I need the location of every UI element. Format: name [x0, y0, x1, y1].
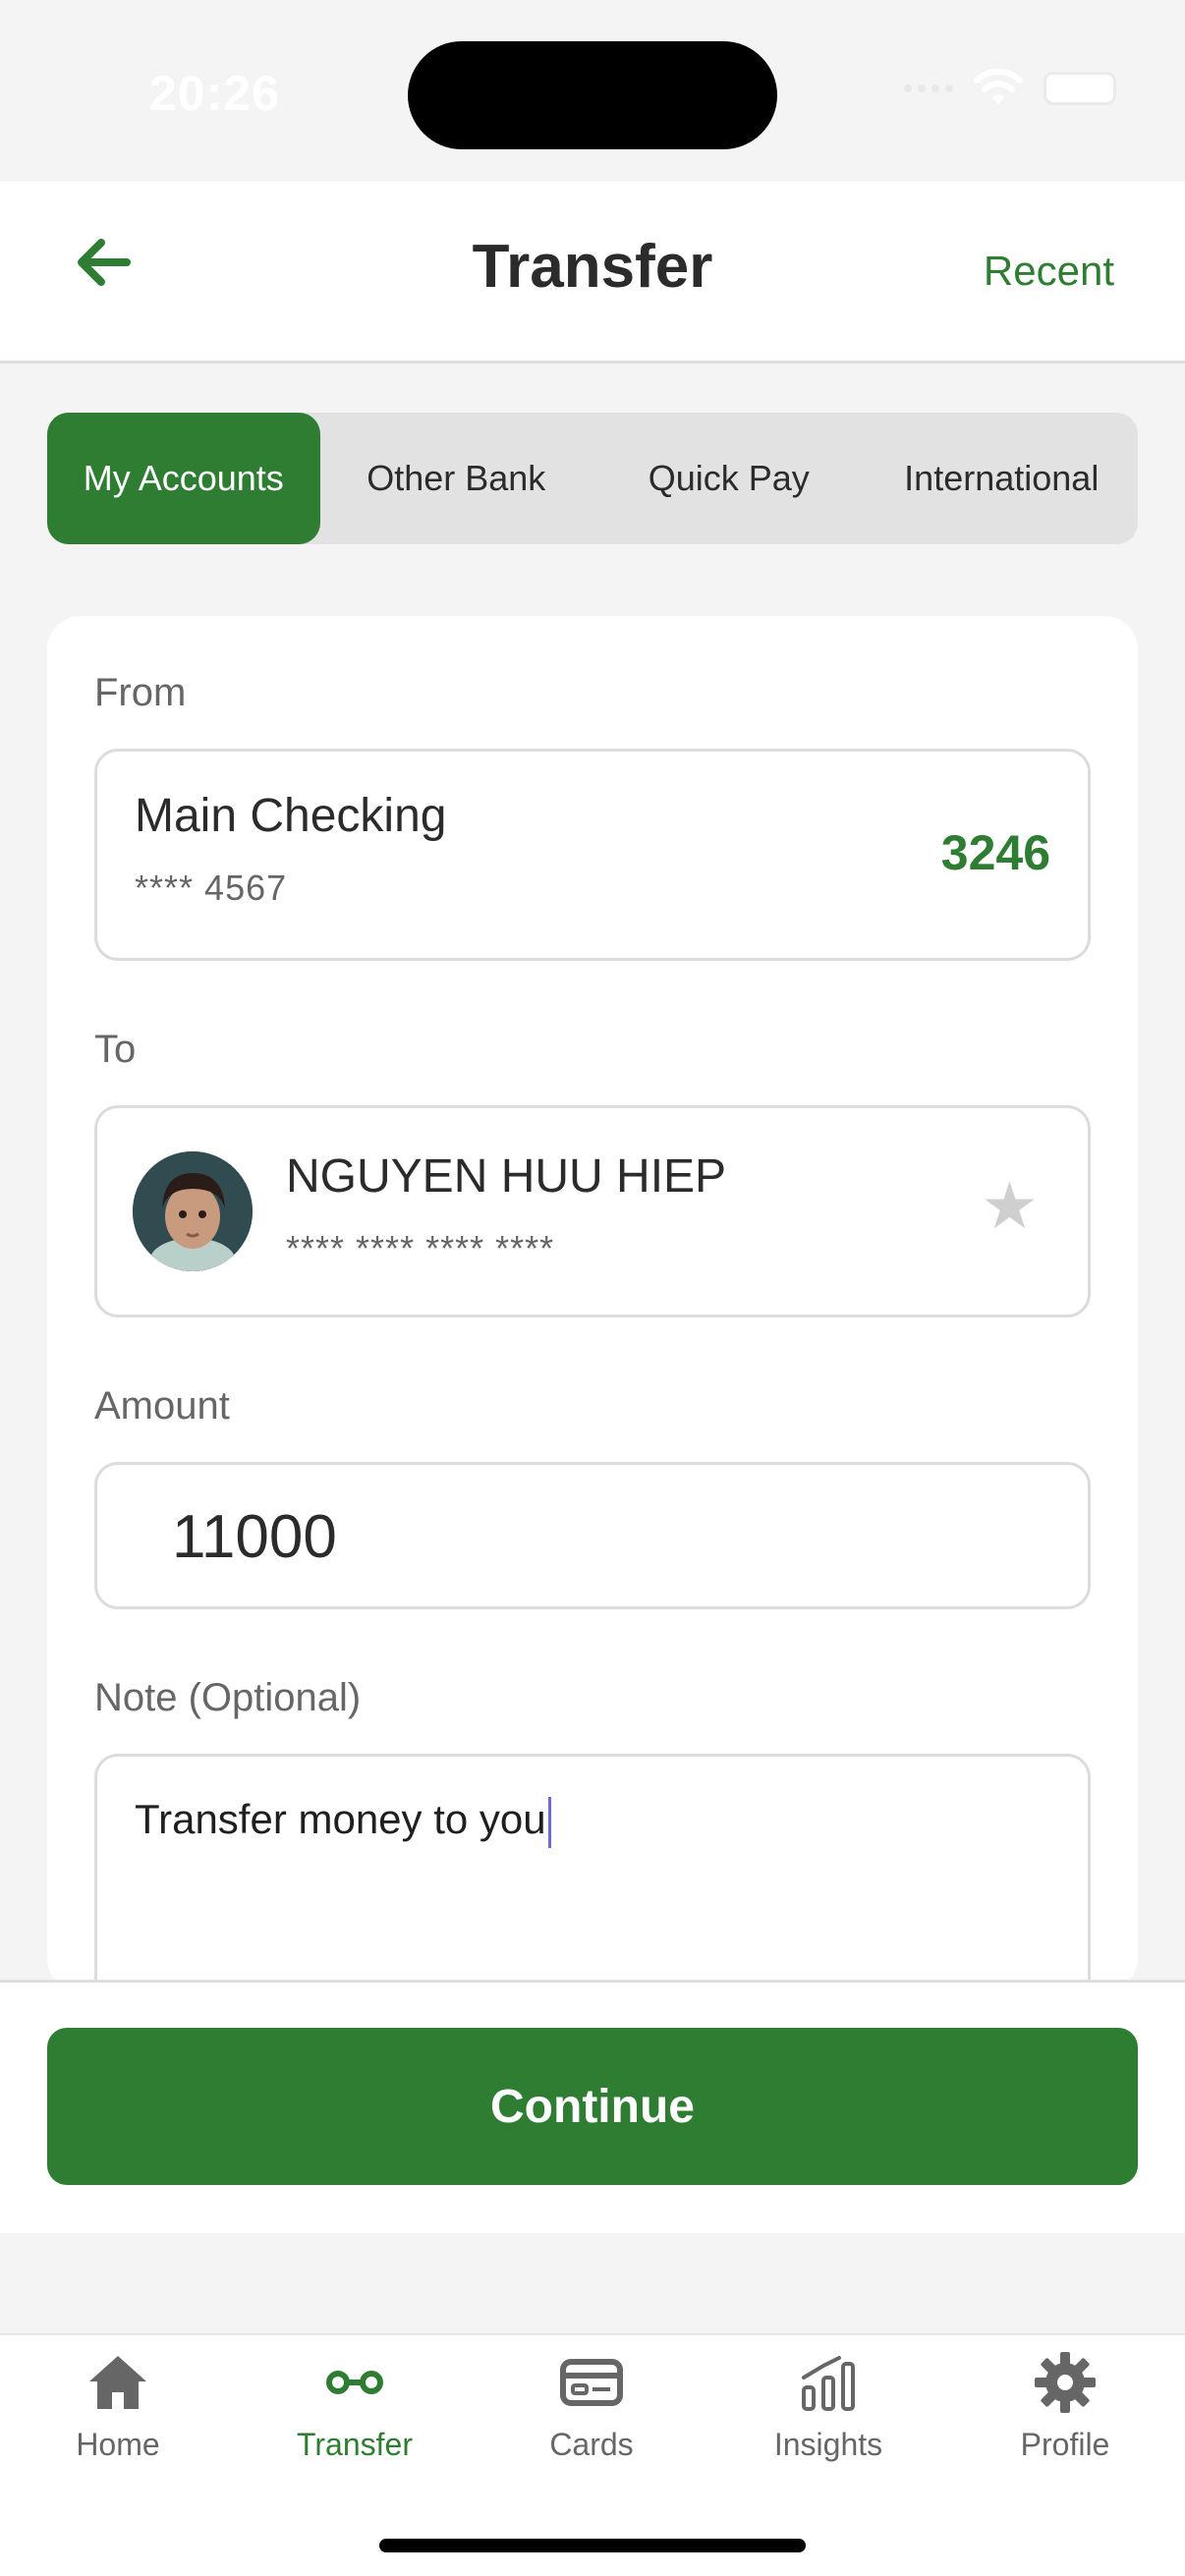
- from-label: From: [94, 671, 187, 714]
- from-account-balance: 3246: [940, 825, 1050, 880]
- note-value: Transfer money to you: [135, 1796, 551, 1848]
- wifi-icon: [974, 69, 1023, 104]
- nav-home[interactable]: Home: [20, 2348, 216, 2463]
- signal-icon: [904, 84, 953, 92]
- battery-icon: [1044, 72, 1116, 105]
- amount-label: Amount: [94, 1384, 230, 1428]
- tab-international[interactable]: International: [866, 413, 1139, 544]
- nav-profile-label: Profile: [1020, 2427, 1110, 2462]
- text-caret: [547, 1796, 551, 1848]
- payee-name: NGUYEN HUU HIEP: [286, 1150, 727, 1203]
- nav-transfer-label: Transfer: [297, 2427, 413, 2462]
- nav-cards-label: Cards: [549, 2427, 634, 2462]
- tab-my-accounts[interactable]: My Accounts: [47, 413, 320, 544]
- status-bar: 20:26: [0, 0, 1185, 182]
- note-label: Note (Optional): [94, 1676, 362, 1719]
- chart-icon: [802, 2356, 855, 2411]
- star-icon[interactable]: ★: [981, 1173, 1039, 1238]
- tab-quick-pay[interactable]: Quick Pay: [592, 413, 866, 544]
- gear-icon: [1035, 2352, 1096, 2413]
- transfer-type-tabs: My Accounts Other Bank Quick Pay Interna…: [47, 413, 1138, 544]
- card-icon: [560, 2359, 623, 2406]
- from-account-selector[interactable]: Main Checking **** 4567 3246: [94, 749, 1091, 961]
- amount-value: 11000: [172, 1503, 337, 1571]
- transfer-icon: [326, 2371, 383, 2394]
- nav-cards[interactable]: Cards: [493, 2348, 690, 2463]
- to-label: To: [94, 1028, 137, 1071]
- home-icon: [89, 2356, 146, 2409]
- nav-transfer[interactable]: Transfer: [256, 2348, 453, 2463]
- dynamic-island: [408, 41, 777, 149]
- payee-account-number: **** **** **** ****: [286, 1228, 555, 1268]
- to-payee-selector[interactable]: NGUYEN HUU HIEP **** **** **** **** ★: [94, 1105, 1091, 1317]
- nav-insights[interactable]: Insights: [730, 2348, 927, 2463]
- recent-button[interactable]: Recent: [984, 248, 1114, 295]
- tab-other-bank[interactable]: Other Bank: [320, 413, 593, 544]
- avatar: [133, 1151, 253, 1271]
- note-textarea[interactable]: Transfer money to you: [94, 1754, 1091, 2009]
- nav-profile[interactable]: Profile: [967, 2348, 1163, 2463]
- from-account-name: Main Checking: [135, 790, 447, 842]
- continue-button[interactable]: Continue: [47, 2028, 1138, 2185]
- nav-home-label: Home: [76, 2427, 160, 2462]
- amount-input[interactable]: 11000: [94, 1462, 1091, 1609]
- home-indicator: [379, 2539, 806, 2552]
- nav-insights-label: Insights: [773, 2427, 883, 2462]
- status-time: 20:26: [149, 66, 280, 121]
- status-icons: [904, 69, 1116, 108]
- from-account-number: **** 4567: [135, 868, 288, 908]
